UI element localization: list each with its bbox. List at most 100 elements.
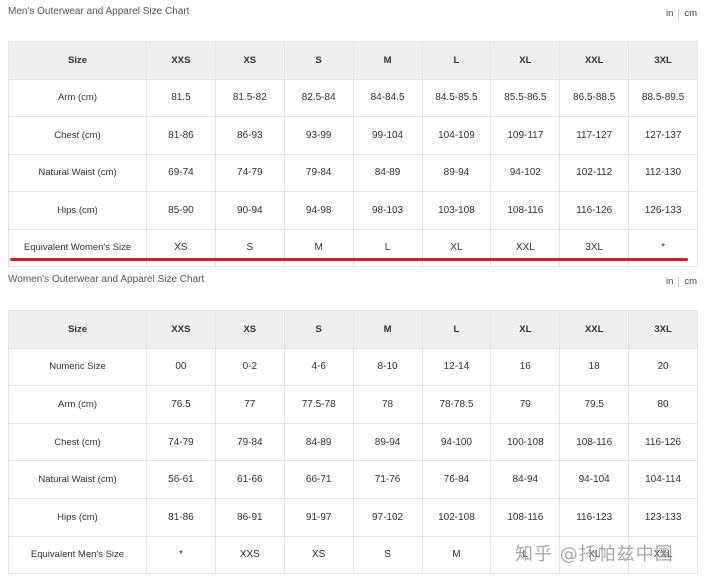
table-cell: 108-116 bbox=[559, 422, 630, 462]
table-cell: XS bbox=[283, 535, 354, 575]
row-label: Arm (cm) bbox=[8, 385, 147, 424]
table-cell: 8-10 bbox=[352, 347, 423, 387]
row-label: Chest (cm) bbox=[8, 422, 147, 462]
table-cell: 69-74 bbox=[146, 153, 216, 192]
table-cell: 99-104 bbox=[352, 116, 423, 155]
women-chart-title: Women's Outerwear and Apparel Size Chart bbox=[8, 274, 205, 285]
table-cell: 102-108 bbox=[421, 497, 492, 537]
table-cell: 18 bbox=[559, 347, 630, 387]
table-cell: 127-137 bbox=[628, 116, 698, 155]
women-unit-toggle: in cm bbox=[666, 276, 697, 287]
table-cell: 94-102 bbox=[490, 153, 561, 192]
watermark-text: 知乎 @托帕兹中国 bbox=[515, 544, 674, 565]
table-cell: 93-99 bbox=[283, 116, 354, 155]
table-cell: 104-109 bbox=[421, 116, 492, 155]
table-cell: M bbox=[421, 535, 492, 575]
header-row: Size XXS XS S M L XL XXL 3XL bbox=[8, 310, 698, 349]
header-cell: XXS bbox=[146, 310, 216, 349]
table-cell: 90-94 bbox=[214, 191, 285, 230]
table-cell: 16 bbox=[490, 347, 561, 387]
men-unit-in-button[interactable]: in bbox=[666, 8, 673, 19]
table-cell: 56-61 bbox=[146, 460, 216, 499]
table-cell: * bbox=[146, 535, 216, 575]
table-cell: 88.5-89.5 bbox=[628, 78, 698, 117]
table-cell: 81.5-82 bbox=[214, 78, 285, 117]
table-cell: 97-102 bbox=[352, 497, 423, 537]
table-cell: 116-126 bbox=[559, 191, 630, 230]
table-cell: 84.5-85.5 bbox=[421, 78, 492, 117]
women-unit-cm-button[interactable]: cm bbox=[684, 276, 697, 287]
table-cell: 98-103 bbox=[352, 191, 423, 230]
table-cell: 86-93 bbox=[214, 116, 285, 155]
table-cell: 79-84 bbox=[214, 422, 285, 462]
table-cell: 89-94 bbox=[421, 153, 492, 192]
table-cell: 85.5-86.5 bbox=[490, 78, 561, 117]
header-cell: L bbox=[421, 310, 492, 349]
table-cell: 94-100 bbox=[421, 422, 492, 462]
men-chart-title: Men's Outerwear and Apparel Size Chart bbox=[8, 6, 190, 17]
table-cell: 71-76 bbox=[352, 460, 423, 499]
table-cell: 94-98 bbox=[283, 191, 354, 230]
header-cell: XXS bbox=[146, 41, 216, 80]
table-cell: 108-116 bbox=[490, 191, 561, 230]
table-row: Hips (cm) 81-86 86-91 91-97 97-102 102-108 108… bbox=[8, 497, 698, 537]
table-cell: 79-84 bbox=[283, 153, 354, 192]
table-cell: 79 bbox=[490, 385, 561, 424]
header-cell: 3XL bbox=[628, 41, 698, 80]
table-cell: 82.5-84 bbox=[283, 78, 354, 117]
header-cell-size: Size bbox=[8, 41, 147, 80]
table-cell: 116-126 bbox=[628, 422, 698, 462]
table-cell: 91-97 bbox=[283, 497, 354, 537]
table-cell: 77 bbox=[214, 385, 285, 424]
header-cell: S bbox=[283, 41, 354, 80]
table-cell: 84-89 bbox=[352, 153, 423, 192]
women-unit-in-button[interactable]: in bbox=[666, 276, 673, 287]
table-cell: 0-2 bbox=[214, 347, 285, 387]
table-row: Hips (cm) 85-90 90-94 94-98 98-103 103-108 108… bbox=[8, 191, 698, 230]
men-size-table: Size XXS XS S M L XL XXL 3XL Arm (cm) 81.5 81.5-82… bbox=[8, 41, 698, 267]
table-row: Numeric Size 00 0-2 4-6 8-10 12-14 16 18 20 bbox=[8, 347, 698, 387]
table-cell: 74-79 bbox=[146, 422, 216, 462]
table-cell: 81-86 bbox=[146, 497, 216, 537]
header-cell: L bbox=[421, 41, 492, 80]
table-cell: XXS bbox=[214, 535, 285, 575]
table-cell: 89-94 bbox=[352, 422, 423, 462]
row-label: Hips (cm) bbox=[8, 191, 147, 230]
highlight-underline bbox=[10, 258, 688, 261]
table-row: Chest (cm) 74-79 79-84 84-89 89-94 94-100 100-… bbox=[8, 422, 698, 462]
header-cell: XS bbox=[214, 310, 285, 349]
table-cell: 80 bbox=[628, 385, 698, 424]
header-cell: M bbox=[352, 310, 423, 349]
table-cell: 76-84 bbox=[421, 460, 492, 499]
header-cell-size: Size bbox=[8, 310, 147, 349]
table-cell: 84-89 bbox=[283, 422, 354, 462]
table-cell: 12-14 bbox=[421, 347, 492, 387]
table-cell: 61-66 bbox=[214, 460, 285, 499]
table-cell: 123-133 bbox=[628, 497, 698, 537]
header-cell: XXL bbox=[559, 41, 630, 80]
row-label: Numeric Size bbox=[8, 347, 147, 387]
header-cell: S bbox=[283, 310, 354, 349]
table-cell: 84-94 bbox=[490, 460, 561, 499]
table-cell: 117-127 bbox=[559, 116, 630, 155]
men-unit-cm-button[interactable]: cm bbox=[684, 8, 697, 19]
table-cell: 86.5-88.5 bbox=[559, 78, 630, 117]
table-row: Natural Waist (cm) 69-74 74-79 79-84 84-89 89… bbox=[8, 153, 698, 192]
table-cell: 74-79 bbox=[214, 153, 285, 192]
header-cell: XL bbox=[490, 41, 561, 80]
row-label: Equivalent Men's Size bbox=[8, 535, 147, 575]
table-cell: 20 bbox=[628, 347, 698, 387]
table-cell: 81-86 bbox=[146, 116, 216, 155]
row-label: Natural Waist (cm) bbox=[8, 460, 147, 499]
table-cell: 77.5-78 bbox=[283, 385, 354, 424]
table-cell: 94-104 bbox=[559, 460, 630, 499]
row-label: Arm (cm) bbox=[8, 78, 147, 117]
table-row: Arm (cm) 81.5 81.5-82 82.5-84 84-84.5 84.5-85… bbox=[8, 78, 698, 117]
table-cell: 100-108 bbox=[490, 422, 561, 462]
table-row: Chest (cm) 81-86 86-93 93-99 99-104 104-109 10… bbox=[8, 116, 698, 155]
row-label: Hips (cm) bbox=[8, 497, 147, 537]
table-cell: 81.5 bbox=[146, 78, 216, 117]
table-cell: 79.5 bbox=[559, 385, 630, 424]
table-cell: 66-71 bbox=[283, 460, 354, 499]
table-cell: 78 bbox=[352, 385, 423, 424]
